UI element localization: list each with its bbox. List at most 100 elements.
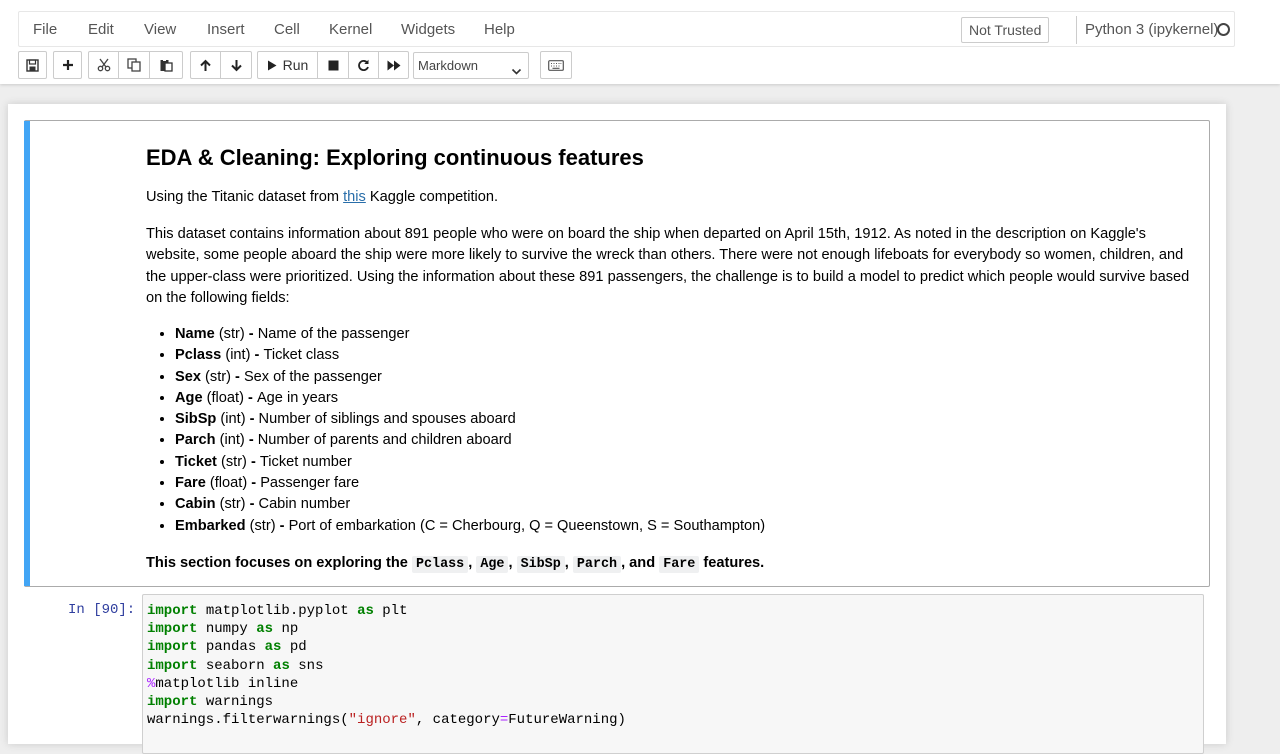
section-heading: EDA & Cleaning: Exploring continuous fea… [146,145,644,170]
code-lines: import matplotlib.pyplot as plt import nu… [147,602,626,729]
field-type: (int) [219,432,245,449]
insert-cell-button[interactable] [53,51,82,79]
feature-parch: Parch [572,556,622,573]
field-description: Ticket class [263,347,340,364]
code-line: import matplotlib.pyplot as plt [147,602,626,620]
sep-and: , and [621,555,656,571]
field-list-item: Sex (str) - Sex of the passenger [175,367,765,388]
copy-icon [127,58,141,72]
code-token: numpy [197,621,257,638]
field-description: Number of siblings and spouses aboard [258,411,516,428]
menu-kernel[interactable]: Kernel [329,21,372,38]
code-token: matplotlib inline [155,675,299,692]
cut-button[interactable] [88,51,119,79]
field-name: Name [175,326,215,342]
field-name: Age [175,389,203,406]
cell-type-value: Markdown [418,58,478,73]
keyboard-icon [548,59,564,71]
chevron-down-icon [511,60,522,85]
field-name: Pclass [175,347,222,364]
menu-view[interactable]: View [144,21,176,38]
intro-text: Using the Titanic dataset from this Kagg… [146,187,498,208]
restart-run-all-button[interactable] [378,51,409,79]
save-button[interactable] [18,51,47,79]
field-description: Passenger fare [260,475,360,492]
code-token: as [357,603,374,619]
menu-insert[interactable]: Insert [207,21,245,38]
field-description: Number of parents and children aboard [257,432,512,449]
code-token: np [273,621,299,638]
move-up-button[interactable] [190,51,221,79]
cut-icon [97,58,111,72]
kernel-idle-indicator-icon [1217,23,1230,36]
code-token: import [147,621,198,638]
cell-type-select[interactable]: Markdown [413,52,529,79]
markdown-cell[interactable]: EDA & Cleaning: Exploring continuous fea… [24,120,1210,587]
field-name: Fare [175,475,206,492]
kaggle-link[interactable]: this [343,189,366,205]
code-line: %matplotlib inline [147,675,626,693]
field-dash: - [245,496,259,513]
code-token: warnings [197,694,274,711]
title-strip [0,0,1280,4]
menu-cell[interactable]: Cell [274,21,300,38]
sep-1: , [468,555,473,571]
feature-sibsp: SibSp [516,556,565,573]
copy-button[interactable] [118,51,150,79]
code-line: warnings.filterwarnings("ignore", catego… [147,711,626,729]
restart-button[interactable] [348,51,379,79]
arrow-up-icon [199,59,212,72]
code-token: , category [415,712,500,729]
code-token: pandas [197,639,265,656]
field-dash: - [250,347,264,364]
field-type: (int) [220,411,246,428]
run-button[interactable]: Run [257,51,318,79]
code-line: import warnings [147,693,626,711]
field-dash: - [247,475,261,492]
menu-edit[interactable]: Edit [88,21,114,38]
field-type: (str) [219,496,246,513]
code-token: import [147,657,198,674]
sep-3: , [564,555,569,571]
kernel-name: Python 3 (ipykernel) [1085,21,1219,38]
field-name: Sex [175,368,201,385]
field-description: Age in years [256,389,339,406]
page-gutter [1226,104,1280,720]
code-token: as [264,639,282,656]
code-editor[interactable]: import matplotlib.pyplot as plt import nu… [142,594,1204,754]
description-paragraph: This dataset contains information about … [146,226,1190,306]
menu-widgets[interactable]: Widgets [401,21,455,38]
run-label: Run [282,57,309,73]
intro-after: Kaggle competition. [365,189,499,205]
field-dash: - [243,389,257,406]
menu-help[interactable]: Help [484,21,515,38]
code-token: import [147,694,198,711]
paste-icon [159,58,173,72]
code-token: import [147,639,198,656]
field-type: (float) [206,389,244,406]
field-list-item: Parch (int) - Number of parents and chil… [175,430,765,451]
input-prompt: In [90]: [68,602,136,618]
field-description: Port of embarkation (C = Cherbourg, Q = … [288,517,766,534]
interrupt-button[interactable] [317,51,349,79]
code-line: import seaborn as sns [147,657,626,675]
field-dash: - [244,326,258,342]
code-line: import pandas as pd [147,638,626,656]
field-list-item: SibSp (int) - Number of siblings and spo… [175,409,765,430]
feature-age: Age [476,556,509,573]
focus-after: features. [699,555,765,571]
arrow-down-icon [230,59,243,72]
stop-icon [328,60,339,71]
field-type: (str) [249,517,276,534]
command-palette-button[interactable] [540,51,572,79]
code-token: as [256,621,274,638]
restart-icon [357,59,370,72]
menu-file[interactable]: File [33,21,57,38]
paste-button[interactable] [149,51,183,79]
not-trusted-button[interactable]: Not Trusted [961,17,1050,43]
move-down-button[interactable] [220,51,252,79]
field-description: Sex of the passenger [243,368,382,385]
field-name: Cabin [175,496,216,513]
field-description: Cabin number [258,496,351,513]
field-type: (str) [218,326,245,342]
